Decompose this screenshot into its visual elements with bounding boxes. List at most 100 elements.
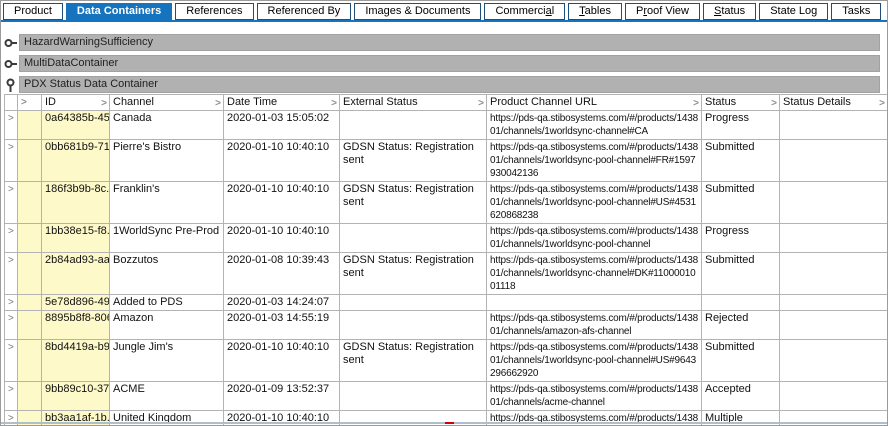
row-indicator-cell (18, 382, 42, 411)
section-header-bar[interactable]: HazardWarningSufficiency (19, 34, 880, 51)
cell-channel: Added to PDS (110, 295, 224, 311)
tab-proof-view[interactable]: Proof View (625, 3, 700, 20)
circle-line-right-icon[interactable] (4, 57, 17, 71)
sort-chevron-icon[interactable]: > (215, 97, 221, 110)
sort-chevron-icon[interactable]: > (331, 97, 337, 110)
row-expander[interactable]: > (5, 340, 18, 382)
cell-status: Submitted (702, 140, 780, 182)
sort-chevron-icon[interactable]: > (771, 97, 777, 110)
sort-chevron-icon[interactable]: > (101, 97, 107, 110)
container-sections: HazardWarningSufficiency MultiDataContain… (1, 22, 887, 97)
column-header-external-status[interactable]: External Status > (340, 95, 487, 111)
sort-chevron-icon[interactable]: > (693, 97, 699, 110)
row-expander[interactable]: > (5, 111, 18, 140)
tab-data-containers[interactable]: Data Containers (66, 3, 172, 20)
column-header-label: Status (705, 96, 736, 108)
column-header-id[interactable]: ID > (42, 95, 110, 111)
cell-id: 0a64385b-45... (42, 111, 110, 140)
cell-date-time: 2020-01-03 14:24:07 (224, 295, 340, 311)
cell-status: Submitted (702, 253, 780, 295)
cell-channel: 1WorldSync Pre-Prod (110, 224, 224, 253)
cell-status: Progress (702, 224, 780, 253)
cell-status: Progress (702, 111, 780, 140)
cell-date-time: 2020-01-08 10:39:43 (224, 253, 340, 295)
tab-referenced-by[interactable]: Referenced By (257, 3, 352, 20)
section-multidatacontainer: MultiDataContainer (4, 55, 880, 72)
row-expander[interactable]: > (5, 311, 18, 340)
column-header-product-channel-url[interactable]: Product Channel URL> (487, 95, 702, 111)
cell-id: 1bb38e15-f8... (42, 224, 110, 253)
cell-id: 5e78d896-49f... (42, 295, 110, 311)
cell-channel: Jungle Jim's (110, 340, 224, 382)
table-row: >9bb89c10-37...ACME2020-01-09 13:52:37ht… (5, 382, 888, 411)
tab-state-log[interactable]: State Log (759, 3, 828, 20)
cell-status-details (780, 340, 888, 382)
cell-product-channel-url: https://pds-qa.stibosystems.com/#/produc… (487, 224, 702, 253)
column-header-label: External Status (343, 96, 418, 108)
tab-status[interactable]: Status (703, 3, 756, 20)
tab-tasks[interactable]: Tasks (831, 3, 881, 20)
circle-line-right-icon[interactable] (4, 36, 17, 50)
table-row: >8895b8f8-806...Amazon2020-01-03 14:55:1… (5, 311, 888, 340)
cell-channel: ACME (110, 382, 224, 411)
cell-date-time: 2020-01-03 14:55:19 (224, 311, 340, 340)
row-expander[interactable]: > (5, 140, 18, 182)
cell-date-time: 2020-01-10 10:40:10 (224, 140, 340, 182)
table-row: >5e78d896-49f...Added to PDS2020-01-03 1… (5, 295, 888, 311)
row-indicator-cell (18, 340, 42, 382)
cell-channel: Amazon (110, 311, 224, 340)
row-expander[interactable]: > (5, 295, 18, 311)
table-row: >0bb681b9-71...Pierre's Bistro2020-01-10… (5, 140, 888, 182)
sort-chevron-icon[interactable]: > (478, 97, 484, 110)
tab-bar: ProductData ContainersReferencesReferenc… (1, 1, 887, 22)
row-indicator-cell (18, 182, 42, 224)
column-header-label: Date Time (227, 96, 277, 108)
sort-chevron-icon[interactable]: > (879, 97, 885, 110)
cell-status: Submitted (702, 340, 780, 382)
column-header-date-time[interactable]: Date Time > (224, 95, 340, 111)
circle-line-down-icon[interactable] (4, 78, 17, 92)
tab-commercial[interactable]: Commercial (484, 3, 565, 20)
row-indicator-cell (18, 253, 42, 295)
cell-external-status: GDSN Status: Registration sent (340, 253, 487, 295)
data-containers-view: ProductData ContainersReferencesReferenc… (0, 0, 888, 426)
cell-external-status (340, 295, 487, 311)
row-expander[interactable]: > (5, 224, 18, 253)
cell-id: 2b84ad93-aa... (42, 253, 110, 295)
row-expander[interactable]: > (5, 253, 18, 295)
cell-id: 9bb89c10-37... (42, 382, 110, 411)
column-header-label: ID (45, 96, 56, 108)
section-header-bar[interactable]: MultiDataContainer (19, 55, 880, 72)
section-header-bar[interactable]: PDX Status Data Container (19, 76, 880, 93)
cell-external-status (340, 382, 487, 411)
bottom-divider (1, 422, 887, 424)
tab-references[interactable]: References (175, 3, 253, 20)
cell-external-status (340, 111, 487, 140)
column-header-channel[interactable]: Channel > (110, 95, 224, 111)
tab-images-documents[interactable]: Images & Documents (354, 3, 481, 20)
column-header-label: Channel (113, 96, 154, 108)
tab-tables[interactable]: Tables (568, 3, 622, 20)
table-header-row: >ID>Channel>Date Time>External Status>Pr… (5, 95, 888, 111)
cell-status-details (780, 253, 888, 295)
cell-status-details (780, 182, 888, 224)
column-header-status[interactable]: Status > (702, 95, 780, 111)
table-row: >186f3b9b-8c...Franklin's2020-01-10 10:4… (5, 182, 888, 224)
cell-status-details (780, 224, 888, 253)
column-header-status-details[interactable]: Status Details> (780, 95, 888, 111)
cell-external-status (340, 224, 487, 253)
row-expander[interactable]: > (5, 182, 18, 224)
pdx-status-table: >ID>Channel>Date Time>External Status>Pr… (4, 94, 887, 425)
cell-date-time: 2020-01-10 10:40:10 (224, 224, 340, 253)
pdx-status-table-wrap: >ID>Channel>Date Time>External Status>Pr… (4, 94, 887, 425)
cell-date-time: 2020-01-10 10:40:10 (224, 182, 340, 224)
cell-product-channel-url: https://pds-qa.stibosystems.com/#/produc… (487, 111, 702, 140)
tab-product[interactable]: Product (3, 3, 63, 20)
sort-chevron-icon[interactable]: > (21, 97, 27, 108)
table-row: >2b84ad93-aa...Bozzutos2020-01-08 10:39:… (5, 253, 888, 295)
table-row: >8bd4419a-b9...Jungle Jim's2020-01-10 10… (5, 340, 888, 382)
row-indicator-cell (18, 295, 42, 311)
header-expand-all[interactable]: > (18, 95, 42, 111)
row-expander[interactable]: > (5, 382, 18, 411)
cell-status: Rejected (702, 311, 780, 340)
